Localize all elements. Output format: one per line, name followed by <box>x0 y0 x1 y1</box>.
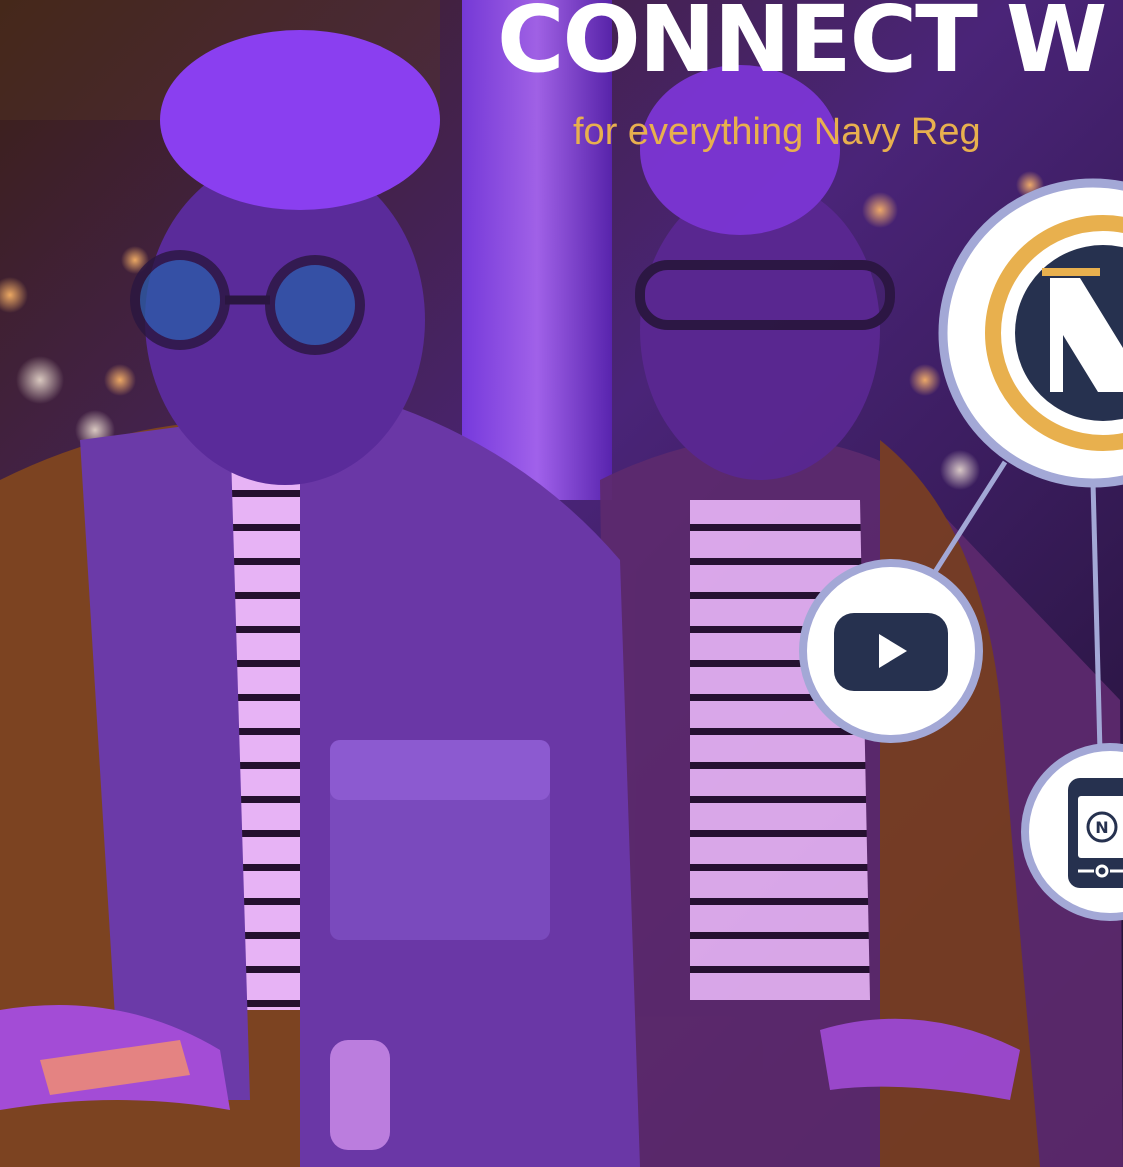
hero-banner: CONNECT W for everything Navy Reg N <box>0 0 1123 1167</box>
youtube-play-icon <box>834 613 948 691</box>
connector-line-video <box>932 460 1008 574</box>
connector-line-mobile <box>1090 481 1103 753</box>
mobile-circle[interactable]: N <box>1021 743 1123 921</box>
video-circle[interactable] <box>799 559 983 743</box>
mobile-app-icon: N <box>1068 778 1123 888</box>
logo-circle[interactable] <box>938 178 1123 488</box>
connection-graphic: N <box>799 178 1123 921</box>
svg-text:N: N <box>1095 818 1108 837</box>
